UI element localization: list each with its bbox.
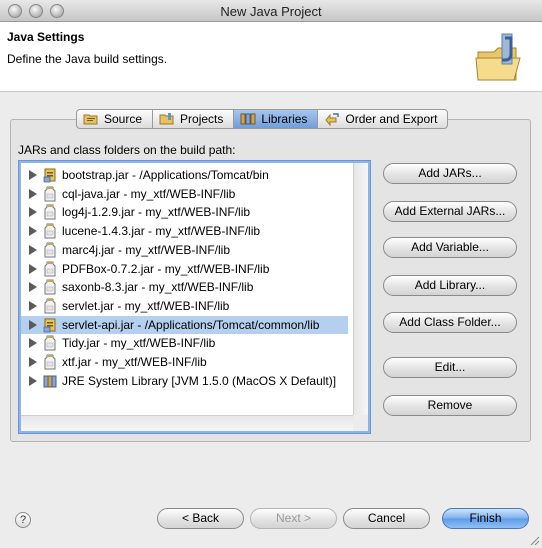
add-external-jars-button[interactable]: Add External JARs... bbox=[383, 201, 517, 222]
wizard-header: Java Settings Define the Java build sett… bbox=[0, 22, 542, 92]
libraries-icon bbox=[240, 113, 256, 125]
list-item-label: servlet-api.jar - /Applications/Tomcat/c… bbox=[62, 317, 320, 332]
list-item-label: log4j-1.2.9.jar - my_xtf/WEB-INF/lib bbox=[62, 205, 251, 220]
build-settings-tabs: Source Projects Libraries Order and Expo… bbox=[76, 109, 449, 129]
build-path-list-content: bootstrap.jar - /Applications/Tomcat/bin… bbox=[21, 163, 355, 415]
new-java-project-window: New Java Project Java Settings Define th… bbox=[0, 0, 542, 548]
tab-libraries[interactable]: Libraries bbox=[234, 110, 319, 128]
jar-icon bbox=[44, 242, 56, 258]
list-item[interactable]: servlet.jar - my_xtf/WEB-INF/lib bbox=[21, 297, 229, 315]
list-item[interactable]: marc4j.jar - my_xtf/WEB-INF/lib bbox=[21, 241, 230, 259]
page-title: Java Settings bbox=[7, 30, 85, 44]
list-item-label: saxonb-8.3.jar - my_xtf/WEB-INF/lib bbox=[62, 280, 254, 295]
jar-icon bbox=[44, 223, 56, 239]
help-button[interactable]: ? bbox=[15, 512, 31, 528]
expand-triangle-icon[interactable] bbox=[29, 300, 37, 311]
jar-icon bbox=[44, 279, 56, 295]
list-item[interactable]: lucene-1.4.3.jar - my_xtf/WEB-INF/lib bbox=[21, 222, 260, 240]
list-item[interactable]: xtf.jar - my_xtf/WEB-INF/lib bbox=[21, 353, 207, 371]
horizontal-scrollbar[interactable] bbox=[21, 415, 355, 431]
expand-triangle-icon[interactable] bbox=[29, 319, 37, 330]
expand-triangle-icon[interactable] bbox=[29, 357, 37, 367]
window-title: New Java Project bbox=[220, 4, 322, 19]
list-item-label: PDFBox-0.7.2.jar - my_xtf/WEB-INF/lib bbox=[62, 261, 270, 276]
java-project-folder-icon bbox=[475, 33, 521, 81]
list-item-label: Tidy.jar - my_xtf/WEB-INF/lib bbox=[62, 336, 216, 351]
jar-icon bbox=[44, 186, 56, 202]
external-jar-icon bbox=[43, 168, 56, 183]
list-item-label: cql-java.jar - my_xtf/WEB-INF/lib bbox=[62, 186, 236, 201]
list-item-label: servlet.jar - my_xtf/WEB-INF/lib bbox=[62, 298, 230, 313]
jre-library-icon bbox=[43, 375, 57, 388]
title-bar[interactable]: New Java Project bbox=[0, 0, 542, 22]
tab-source-label: Source bbox=[104, 112, 143, 126]
expand-triangle-icon[interactable] bbox=[29, 244, 37, 255]
vertical-scrollbar[interactable] bbox=[353, 163, 368, 415]
edit-button[interactable]: Edit... bbox=[383, 357, 517, 378]
external-jar-icon bbox=[43, 318, 56, 332]
page-description: Define the Java build settings. bbox=[7, 52, 168, 66]
scroll-corner bbox=[353, 415, 368, 431]
expand-triangle-icon[interactable] bbox=[29, 263, 37, 274]
expand-triangle-icon[interactable] bbox=[29, 170, 37, 180]
next-button[interactable]: Next > bbox=[250, 508, 337, 529]
cancel-button[interactable]: Cancel bbox=[343, 508, 430, 529]
tab-source[interactable]: Source bbox=[77, 110, 154, 128]
tab-projects-label: Projects bbox=[180, 112, 224, 126]
back-button[interactable]: < Back bbox=[157, 508, 244, 529]
list-item-label: JRE System Library [JVM 1.5.0 (MacOS X D… bbox=[62, 373, 337, 388]
list-item[interactable]: PDFBox-0.7.2.jar - my_xtf/WEB-INF/lib bbox=[21, 260, 269, 278]
jar-icon bbox=[44, 261, 56, 276]
add-variable-button[interactable]: Add Variable... bbox=[383, 237, 517, 258]
source-folder-icon bbox=[83, 114, 98, 125]
list-item[interactable]: bootstrap.jar - /Applications/Tomcat/bin bbox=[21, 166, 269, 184]
remove-button[interactable]: Remove bbox=[383, 395, 517, 416]
list-item[interactable]: JRE System Library [JVM 1.5.0 (MacOS X D… bbox=[21, 372, 336, 390]
tab-order-and-export-label: Order and Export bbox=[345, 112, 438, 126]
list-item-label: bootstrap.jar - /Applications/Tomcat/bin bbox=[62, 168, 269, 182]
projects-icon bbox=[159, 113, 174, 125]
jar-icon bbox=[44, 335, 56, 351]
tab-projects[interactable]: Projects bbox=[153, 110, 235, 128]
expand-triangle-icon[interactable] bbox=[29, 338, 37, 349]
list-item-label: marc4j.jar - my_xtf/WEB-INF/lib bbox=[62, 242, 231, 257]
list-item[interactable]: servlet-api.jar - /Applications/Tomcat/c… bbox=[21, 315, 348, 334]
list-item[interactable]: log4j-1.2.9.jar - my_xtf/WEB-INF/lib bbox=[21, 203, 250, 221]
list-item[interactable]: saxonb-8.3.jar - my_xtf/WEB-INF/lib bbox=[21, 278, 253, 296]
finish-button[interactable]: Finish bbox=[442, 508, 529, 529]
list-item-label: lucene-1.4.3.jar - my_xtf/WEB-INF/lib bbox=[62, 224, 261, 239]
jar-icon bbox=[44, 298, 56, 314]
expand-triangle-icon[interactable] bbox=[29, 282, 37, 293]
expand-triangle-icon[interactable] bbox=[29, 375, 37, 386]
list-item[interactable]: cql-java.jar - my_xtf/WEB-INF/lib bbox=[21, 185, 235, 203]
list-item[interactable]: Tidy.jar - my_xtf/WEB-INF/lib bbox=[21, 334, 215, 352]
resize-grip-icon[interactable] bbox=[528, 534, 540, 546]
build-path-label: JARs and class folders on the build path… bbox=[18, 143, 236, 157]
jar-icon bbox=[44, 204, 56, 220]
order-export-icon bbox=[325, 113, 340, 126]
build-path-list[interactable]: bootstrap.jar - /Applications/Tomcat/bin… bbox=[19, 161, 370, 433]
expand-triangle-icon[interactable] bbox=[29, 207, 37, 218]
add-jars-button[interactable]: Add JARs... bbox=[383, 163, 517, 184]
jar-icon bbox=[44, 354, 56, 370]
tab-libraries-label: Libraries bbox=[261, 112, 308, 126]
list-item-label: xtf.jar - my_xtf/WEB-INF/lib bbox=[62, 355, 207, 369]
add-library-button[interactable]: Add Library... bbox=[383, 275, 517, 296]
add-class-folder-button[interactable]: Add Class Folder... bbox=[383, 312, 517, 333]
tab-order-and-export[interactable]: Order and Export bbox=[318, 110, 447, 128]
expand-triangle-icon[interactable] bbox=[29, 226, 37, 237]
expand-triangle-icon[interactable] bbox=[29, 188, 37, 199]
